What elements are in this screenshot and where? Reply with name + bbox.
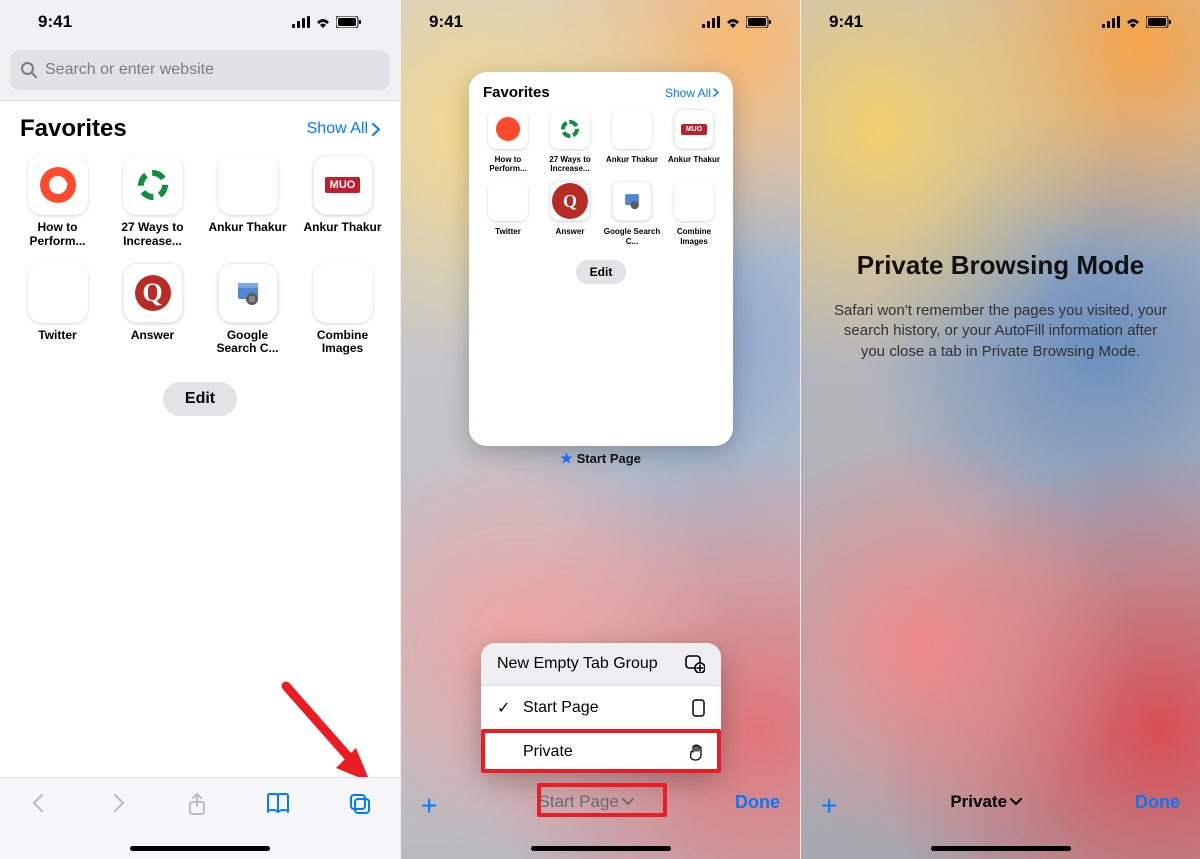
favorite-twitter[interactable]: Twitter	[479, 181, 537, 245]
cellular-icon	[292, 16, 310, 28]
private-body: Safari won't remember the pages you visi…	[831, 301, 1170, 362]
chevron-right-icon	[713, 88, 719, 97]
chevron-down-icon	[622, 798, 634, 806]
new-tab-button[interactable]: +	[421, 792, 437, 820]
battery-icon	[746, 16, 772, 28]
favorite-quora[interactable]: QAnswer	[109, 263, 196, 357]
highlight-private	[481, 729, 721, 773]
status-bar: 9:41	[401, 0, 800, 44]
screen-2-tab-groups-menu: 9:41 Favorites Show All How to Perform..…	[400, 0, 800, 859]
back-button[interactable]	[28, 792, 50, 814]
done-button[interactable]: Done	[1135, 792, 1180, 813]
tab-group-selector[interactable]: Start Page	[539, 792, 634, 812]
edit-button[interactable]: Edit	[163, 382, 237, 416]
favorite-semrush[interactable]: How to Perform...	[479, 109, 537, 173]
search-placeholder: Search or enter website	[45, 61, 214, 79]
wifi-icon	[724, 16, 742, 28]
phone-icon	[692, 699, 705, 717]
search-input[interactable]: Search or enter website	[10, 50, 390, 90]
chevron-right-icon	[372, 123, 380, 136]
favorite-combine[interactable]: CCombine Images	[299, 263, 386, 357]
wifi-icon	[314, 16, 332, 28]
menu-new-empty-tab-group[interactable]: New Empty Tab Group	[481, 643, 721, 685]
done-button[interactable]: Done	[735, 792, 780, 813]
home-indicator	[931, 846, 1071, 851]
star-icon: ★	[560, 450, 573, 466]
status-time: 9:41	[38, 12, 72, 32]
new-tab-button[interactable]: +	[821, 792, 837, 820]
show-all-link[interactable]: Show All	[307, 120, 380, 138]
favorite-muo[interactable]: MUOAnkur Thakur	[665, 109, 723, 173]
share-button[interactable]	[186, 792, 208, 818]
menu-start-page[interactable]: ✓Start Page	[481, 685, 721, 730]
tabs-button[interactable]	[348, 792, 372, 816]
battery-icon	[336, 16, 362, 28]
status-icons	[1102, 16, 1172, 28]
favorite-combine[interactable]: CCombine Images	[665, 181, 723, 245]
home-indicator	[130, 846, 270, 851]
favorite-27ways[interactable]: 27 Ways to Increase...	[109, 155, 196, 249]
favorites-grid-mini: How to Perform... 27 Ways to Increase...…	[479, 105, 723, 250]
favorite-27ways[interactable]: 27 Ways to Increase...	[541, 109, 599, 173]
cellular-icon	[1102, 16, 1120, 28]
favorites-heading: Favorites	[483, 84, 550, 101]
favorite-quora[interactable]: QAnswer	[541, 181, 599, 245]
private-title: Private Browsing Mode	[831, 250, 1170, 281]
show-all-link[interactable]: Show All	[665, 86, 719, 100]
checkmark-icon: ✓	[497, 698, 515, 718]
favorites-grid: How to Perform... 27 Ways to Increase...…	[0, 147, 400, 364]
status-bar: 9:41	[10, 0, 390, 44]
favorite-idb[interactable]: iDBAnkur Thakur	[204, 155, 291, 249]
battery-icon	[1146, 16, 1172, 28]
tab-group-selector[interactable]: Private	[950, 792, 1022, 812]
bookmarks-button[interactable]	[265, 792, 291, 814]
add-tab-group-icon	[685, 655, 705, 673]
screen-3-private-browsing: 9:41 Private Browsing Mode Safari won't …	[800, 0, 1200, 859]
favorite-twitter[interactable]: Twitter	[14, 263, 101, 357]
search-icon	[20, 61, 38, 79]
forward-button[interactable]	[107, 792, 129, 814]
status-time: 9:41	[829, 12, 863, 32]
favorite-muo[interactable]: MUOAnkur Thakur	[299, 155, 386, 249]
private-browsing-info: Private Browsing Mode Safari won't remem…	[801, 250, 1200, 362]
tab-thumbnail[interactable]: Favorites Show All How to Perform... 27 …	[469, 72, 733, 446]
home-indicator	[531, 846, 671, 851]
status-bar: 9:41	[801, 0, 1200, 44]
favorite-gsc[interactable]: Google Search C...	[204, 263, 291, 357]
status-icons	[702, 16, 772, 28]
status-time: 9:41	[429, 12, 463, 32]
favorite-semrush[interactable]: How to Perform...	[14, 155, 101, 249]
edit-button[interactable]: Edit	[576, 260, 627, 284]
wifi-icon	[1124, 16, 1142, 28]
favorite-gsc[interactable]: Google Search C...	[603, 181, 661, 245]
screen-1-safari-start-page: 9:41 Search or enter website Favorites S…	[0, 0, 400, 859]
status-icons	[292, 16, 362, 28]
favorite-idb[interactable]: iDBAnkur Thakur	[603, 109, 661, 173]
favorites-heading: Favorites	[20, 115, 127, 143]
chevron-down-icon	[1010, 798, 1022, 806]
cellular-icon	[702, 16, 720, 28]
tab-caption: ★Start Page	[401, 450, 800, 467]
